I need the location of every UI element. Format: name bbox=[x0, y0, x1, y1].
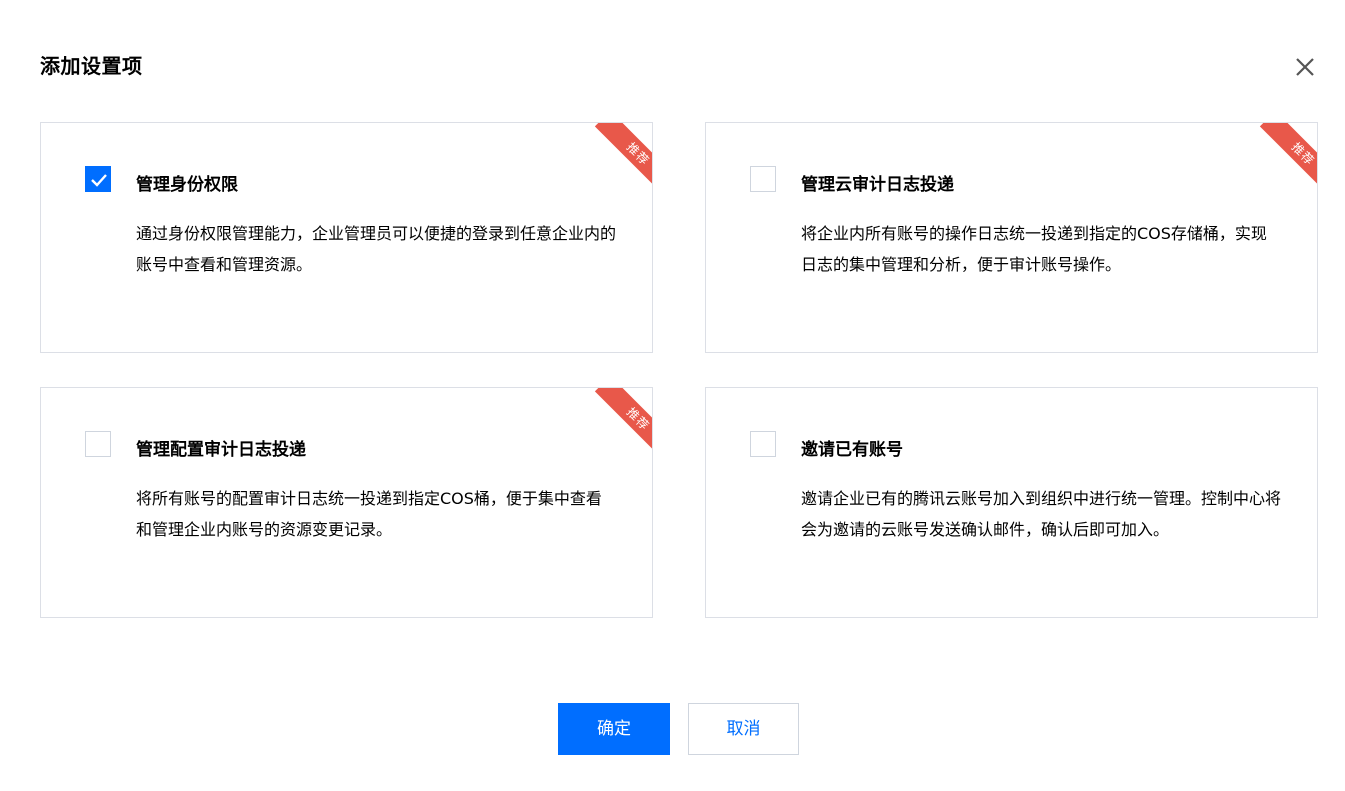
checkbox-config-audit-log[interactable] bbox=[85, 431, 111, 457]
check-icon bbox=[91, 174, 107, 187]
card-description: 通过身份权限管理能力，企业管理员可以便捷的登录到任意企业内的账号中查看和管理资源… bbox=[136, 224, 617, 274]
card-title: 管理云审计日志投递 bbox=[801, 175, 954, 195]
cancel-button[interactable]: 取消 bbox=[688, 703, 799, 755]
close-icon[interactable] bbox=[1292, 54, 1318, 80]
card-title: 管理配置审计日志投递 bbox=[136, 440, 306, 460]
recommended-ribbon: 推荐 bbox=[582, 388, 652, 458]
recommended-ribbon: 推荐 bbox=[1247, 123, 1317, 193]
option-card-config-audit-log[interactable]: 推荐 管理配置审计日志投递 将所有账号的配置审计日志统一投递到指定COS桶，便于… bbox=[40, 387, 653, 618]
checkbox-manage-identity[interactable] bbox=[85, 166, 111, 192]
option-card-cloud-audit-log[interactable]: 推荐 管理云审计日志投递 将企业内所有账号的操作日志统一投递到指定的COS存储桶… bbox=[705, 122, 1318, 353]
recommended-ribbon: 推荐 bbox=[582, 123, 652, 193]
checkbox-cloud-audit-log[interactable] bbox=[750, 166, 776, 192]
recommended-badge: 推荐 bbox=[594, 123, 652, 193]
option-card-manage-identity[interactable]: 推荐 管理身份权限 通过身份权限管理能力，企业管理员可以便捷的登录到任意企业内的… bbox=[40, 122, 653, 353]
confirm-button[interactable]: 确定 bbox=[558, 703, 670, 755]
option-card-invite-accounts[interactable]: 邀请已有账号 邀请企业已有的腾讯云账号加入到组织中进行统一管理。控制中心将会为邀… bbox=[705, 387, 1318, 618]
card-description: 将所有账号的配置审计日志统一投递到指定COS桶，便于集中查看和管理企业内账号的资… bbox=[136, 489, 602, 539]
card-title: 管理身份权限 bbox=[136, 175, 238, 195]
card-description: 邀请企业已有的腾讯云账号加入到组织中进行统一管理。控制中心将会为邀请的云账号发送… bbox=[801, 489, 1282, 539]
recommended-badge: 推荐 bbox=[594, 388, 652, 458]
recommended-badge: 推荐 bbox=[1259, 123, 1317, 193]
checkbox-invite-accounts[interactable] bbox=[750, 431, 776, 457]
card-description: 将企业内所有账号的操作日志统一投递到指定的COS存储桶，实现日志的集中管理和分析… bbox=[801, 224, 1267, 274]
dialog-title: 添加设置项 bbox=[40, 54, 143, 78]
add-settings-dialog: 添加设置项 推荐 管理身份权限 通过身份权限管理能力，企业管理员可以便捷的登录到… bbox=[0, 0, 1345, 791]
card-title: 邀请已有账号 bbox=[801, 440, 903, 460]
